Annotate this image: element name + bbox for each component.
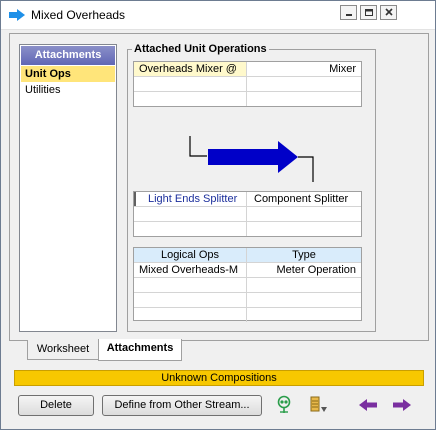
table-row[interactable] [134,293,361,308]
table-row[interactable] [134,222,361,236]
close-button[interactable] [380,5,397,20]
table-row[interactable] [134,278,361,293]
page-tabs: Worksheet Attachments [9,339,427,361]
tab-worksheet[interactable]: Worksheet [27,340,99,360]
op-name-cell[interactable]: Overheads Mixer @ [134,62,247,76]
table-row[interactable]: Overheads Mixer @ Mixer [134,62,361,77]
tab-attachments[interactable]: Attachments [98,339,182,361]
define-from-other-stream-button[interactable]: Define from Other Stream... [102,395,262,416]
delete-button[interactable]: Delete [18,395,94,416]
window-title: Mixed Overheads [31,8,126,22]
restore-icon [365,9,373,16]
op-name-cell[interactable]: Mixed Overheads-M [134,263,247,277]
logical-ops-grid[interactable]: Logical Ops Type Mixed Overheads-M Meter… [133,247,362,322]
stream-window: Mixed Overheads Attachments Unit Ops Uti… [0,0,436,430]
attachments-page: Attachments Unit Ops Utilities Attached … [9,33,429,341]
feed-status-icon[interactable] [273,395,295,415]
sidebar-item-unit-ops[interactable]: Unit Ops [21,66,115,82]
stream-flow-arrow-icon [208,141,298,173]
stream-list-icon[interactable] [307,395,329,415]
op-type-cell[interactable]: Mixer [247,62,361,76]
attachments-nav: Attachments Unit Ops Utilities [19,44,117,332]
op-type-cell[interactable]: Meter Operation [247,263,361,277]
column-header-logical-ops: Logical Ops [134,248,247,262]
op-name-cell[interactable]: Light Ends Splitter [134,192,247,206]
minimize-button[interactable] [340,5,357,20]
attached-unit-operations-label: Attached Unit Operations [132,43,269,55]
table-row[interactable] [134,207,361,222]
table-row[interactable] [134,92,361,106]
table-row[interactable]: Light Ends Splitter Component Splitter [134,192,361,207]
status-bar: Unknown Compositions [14,370,424,386]
upstream-ops-grid[interactable]: Light Ends Splitter Component Splitter [133,191,362,237]
table-row[interactable] [134,308,361,322]
close-icon [385,8,393,16]
next-arrow-icon[interactable] [391,395,413,415]
previous-arrow-icon[interactable] [357,395,379,415]
op-type-cell[interactable]: Component Splitter [247,192,361,206]
stream-connection-diagram [189,136,314,182]
restore-button[interactable] [360,5,377,20]
column-header-type: Type [292,249,316,261]
grid-header: Logical Ops Type [134,248,361,263]
downstream-ops-grid[interactable]: Overheads Mixer @ Mixer [133,61,362,107]
sidebar-item-utilities[interactable]: Utilities [21,82,115,98]
table-row[interactable]: Mixed Overheads-M Meter Operation [134,263,361,278]
minimize-icon [346,14,352,16]
stream-arrow-icon [9,9,25,21]
table-row[interactable] [134,77,361,92]
attachments-nav-header: Attachments [21,46,115,65]
title-bar[interactable]: Mixed Overheads [1,1,435,30]
